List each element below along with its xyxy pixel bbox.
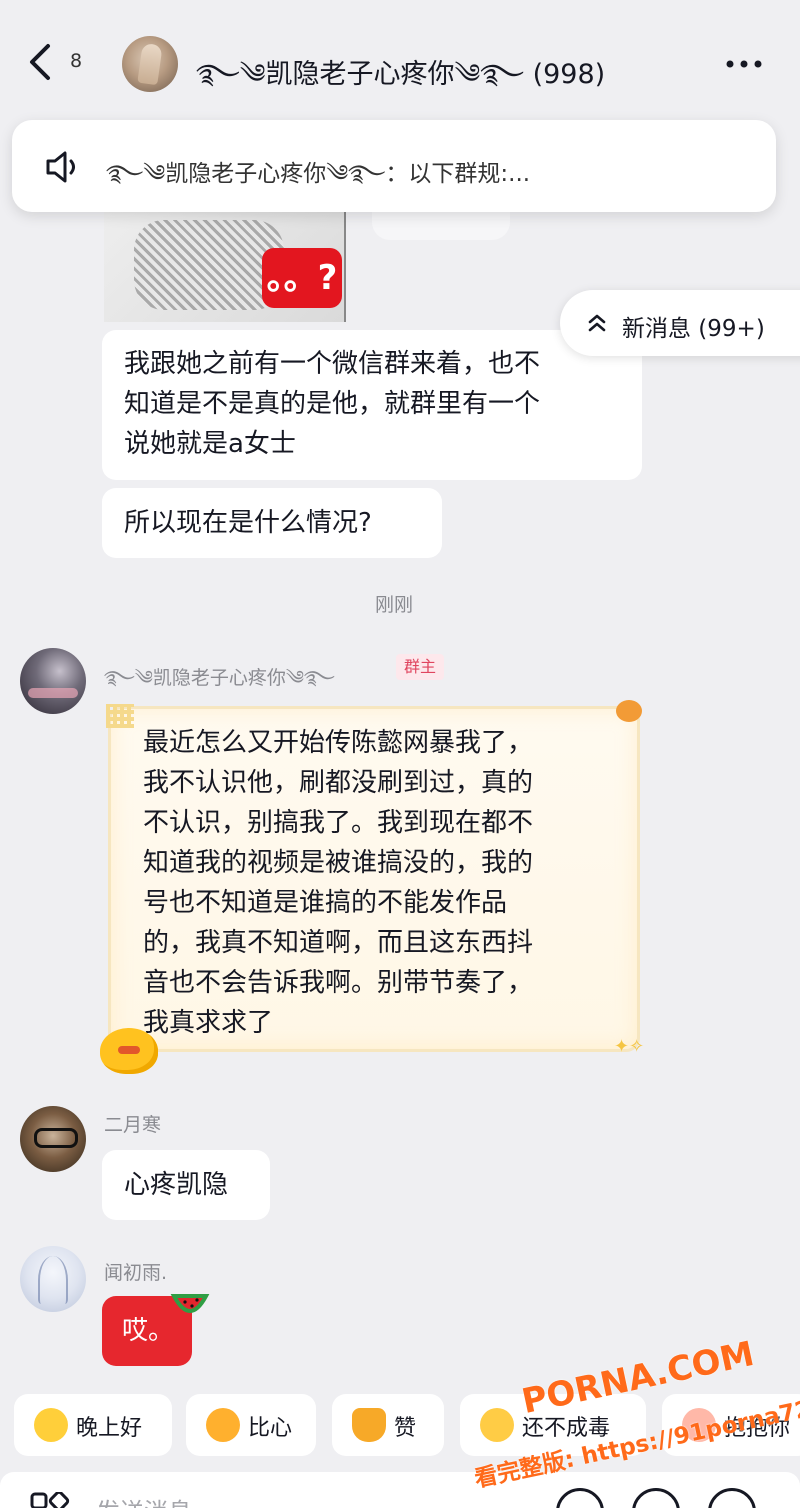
message-line: 我真求求了 <box>143 1008 274 1038</box>
chat-header: 8 ࿐༄凯隐老子心疼你༄࿐ (998) <box>0 0 800 122</box>
back-button[interactable] <box>26 42 60 82</box>
message-line: 号也不知道是谁搞的不能发作品 <box>143 888 508 918</box>
message-bubble[interactable]: 所以现在是什么情况? <box>102 488 442 558</box>
message-line: 我不认识他，刷都没刷到过，真的 <box>143 768 534 798</box>
sender-name: 闻初雨. <box>104 1262 168 1284</box>
duck-decoration <box>100 1028 158 1074</box>
new-messages-label: 新消息 (99+) <box>622 316 765 342</box>
sender-name: 二月寒 <box>104 1114 162 1136</box>
message-line: 最近怎么又开始传陈懿网暴我了， <box>143 728 534 758</box>
message-line: 所以现在是什么情况? <box>124 508 372 538</box>
quick-reply-label: 赞 <box>394 1416 417 1441</box>
stars-decoration: ✦✧ <box>614 1036 645 1057</box>
announcement-text: ࿐༄凯隐老子心疼你༄࿐：以下群规:... <box>106 161 531 187</box>
voice-icon[interactable] <box>556 1488 604 1508</box>
pleading-face-icon <box>480 1408 514 1442</box>
message-input-bar: 发送消息 <box>0 1472 800 1508</box>
plus-icon[interactable] <box>708 1488 756 1508</box>
more-icon[interactable] <box>722 54 766 74</box>
group-avatar[interactable] <box>122 36 178 92</box>
double-chevron-up-icon <box>588 314 606 332</box>
unread-count: 8 <box>70 50 83 72</box>
message-line: 说她就是a女士 <box>124 429 296 459</box>
group-announcement[interactable]: ࿐༄凯隐老子心疼你༄࿐：以下群规:... <box>12 120 776 212</box>
group-title[interactable]: ࿐༄凯隐老子心疼你༄࿐ (998) <box>196 44 605 120</box>
watermelon-icon <box>170 1294 210 1313</box>
quick-reply-label: 比心 <box>248 1416 293 1441</box>
timestamp: 刚刚 <box>374 594 413 616</box>
quick-reply-chip[interactable]: 赞 <box>332 1394 444 1456</box>
message-bubble[interactable]: 我跟她之前有一个微信群来着，也不 知道是不是真的是他，就群里有一个 说她就是a女… <box>102 330 642 480</box>
quick-reply-chip[interactable]: 比心 <box>186 1394 316 1456</box>
heart-hands-icon <box>206 1408 240 1442</box>
apps-icon[interactable] <box>30 1492 70 1508</box>
quick-reply-chip[interactable]: 晚上好 <box>14 1394 172 1456</box>
message-bubble[interactable]: 心疼凯隐 <box>102 1150 270 1220</box>
owner-message-bubble[interactable]: 最近怎么又开始传陈懿网暴我了， 我不认识他，刷都没刷到过，真的 不认识，别搞我了… <box>108 706 640 1052</box>
message-line: 我跟她之前有一个微信群来着，也不 <box>124 349 541 379</box>
thumbs-up-icon <box>352 1408 386 1442</box>
chevron-left-icon <box>30 44 50 80</box>
message-text: 哎。 <box>122 1316 175 1346</box>
partial-hidden-bubble <box>372 210 510 240</box>
pumpkin-decoration <box>616 700 642 722</box>
message-line: 音也不会告诉我啊。别带节奏了， <box>143 968 534 998</box>
owner-badge: 群主 <box>396 654 445 680</box>
avatar[interactable] <box>20 1246 86 1312</box>
speaker-icon <box>46 151 75 183</box>
avatar[interactable] <box>20 1106 86 1172</box>
avatar[interactable] <box>20 648 86 714</box>
star-face-icon <box>34 1408 68 1442</box>
message-line: 不认识，别搞我了。我到现在都不 <box>143 808 534 838</box>
message-line: 知道是不是真的是他，就群里有一个 <box>124 389 541 419</box>
question-badge: 。。? <box>262 248 342 308</box>
quick-reply-label: 晚上好 <box>76 1416 143 1441</box>
message-line: 知道我的视频是被谁搞没的，我的 <box>143 848 534 878</box>
message-text: 心疼凯隐 <box>124 1170 229 1200</box>
message-input[interactable]: 发送消息 <box>96 1492 192 1508</box>
message-line: 的，我真不知道啊，而且这东西抖 <box>143 928 534 958</box>
bubble-decoration <box>106 704 134 728</box>
new-messages-button[interactable]: 新消息 (99+) <box>560 290 800 356</box>
sender-name: ࿐༄凯隐老子心疼你༄࿐ <box>104 667 335 689</box>
emoji-icon[interactable] <box>632 1488 680 1508</box>
